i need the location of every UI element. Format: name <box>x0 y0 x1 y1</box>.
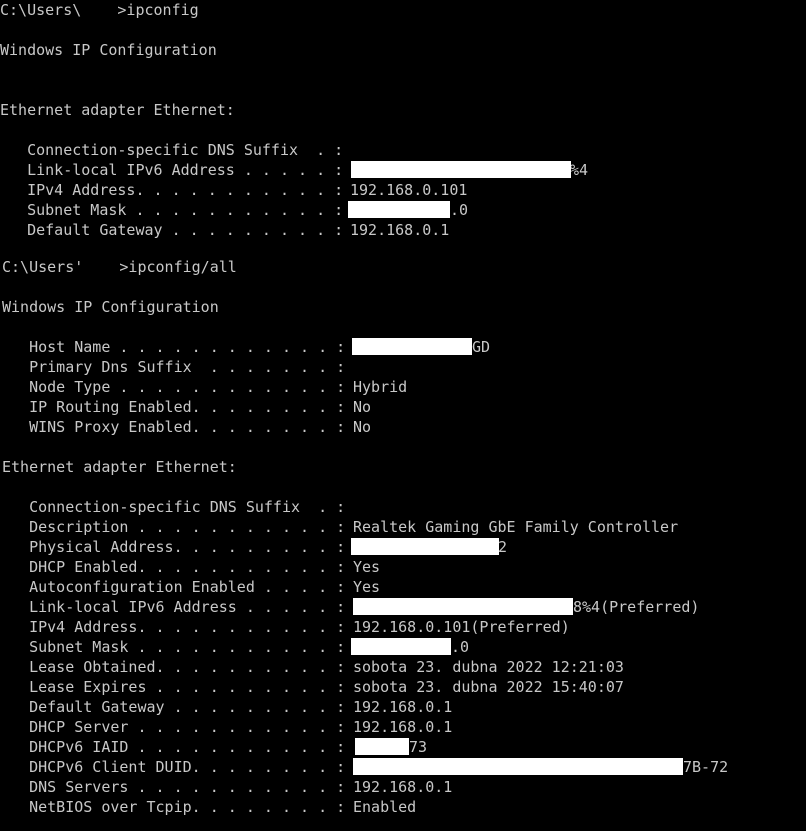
row-label: Link-local IPv6 Address . . . . . : <box>0 161 344 179</box>
row-value: 7B-72 <box>683 758 729 776</box>
row-value: 8%4(Preferred) <box>573 598 700 616</box>
row-value: 192.168.0.1 <box>353 718 453 736</box>
row-label: Default Gateway . . . . . . . . . : <box>0 221 344 239</box>
windows-ip-config-header: Windows IP Configuration <box>0 41 217 59</box>
row-value: No <box>353 418 372 436</box>
row-value: 192.168.0.1 <box>350 221 450 239</box>
row-label: IP Routing Enabled. . . . . . . . : <box>2 398 346 416</box>
row-label: Node Type . . . . . . . . . . . . : <box>2 378 346 396</box>
row-value: 73 <box>409 738 428 756</box>
row-value: sobota 23. dubna 2022 15:40:07 <box>353 678 624 696</box>
row-value: 192.168.0.1 <box>353 778 453 796</box>
row-value: %4 <box>570 161 589 179</box>
adapter-header: Ethernet adapter Ethernet: <box>2 458 237 476</box>
redaction-block <box>352 338 472 355</box>
row-label: NetBIOS over Tcpip. . . . . . . . : <box>2 798 346 816</box>
row-value: 192.168.0.1 <box>353 698 453 716</box>
row-value: 2 <box>498 538 508 556</box>
row-label: Primary Dns Suffix . . . . . . . : <box>2 358 346 376</box>
row-label: IPv4 Address. . . . . . . . . . . : <box>2 618 346 636</box>
row-value: Yes <box>353 578 381 596</box>
row-label: DHCPv6 Client DUID. . . . . . . . : <box>2 758 346 776</box>
row-label: DNS Servers . . . . . . . . . . . : <box>2 778 346 796</box>
row-value: .0 <box>451 638 470 656</box>
row-value: Realtek Gaming GbE Family Controller <box>353 518 679 536</box>
row-value: Yes <box>353 558 381 576</box>
row-label: WINS Proxy Enabled. . . . . . . . : <box>2 418 346 436</box>
row-label: IPv4 Address. . . . . . . . . . . : <box>0 181 344 199</box>
row-label: DHCP Server . . . . . . . . . . . : <box>2 718 346 736</box>
row-value: sobota 23. dubna 2022 12:21:03 <box>353 658 624 676</box>
redaction-block <box>351 638 451 655</box>
row-label: Default Gateway . . . . . . . . . : <box>2 698 346 716</box>
row-label: DHCPv6 IAID . . . . . . . . . . . : <box>2 738 346 756</box>
redaction-block <box>355 738 409 755</box>
row-label: Physical Address. . . . . . . . . : <box>2 538 346 556</box>
prompt-ipconfig-all: C:\Users' >ipconfig/all <box>2 258 237 276</box>
row-label: Connection-specific DNS Suffix . : <box>2 498 346 516</box>
redaction-block <box>353 758 683 775</box>
row-label: Subnet Mask . . . . . . . . . . . : <box>2 638 346 656</box>
row-value: GD <box>472 338 491 356</box>
row-label: Connection-specific DNS Suffix . : <box>0 141 344 159</box>
row-value: Enabled <box>353 798 417 816</box>
row-label: Lease Expires . . . . . . . . . . : <box>2 678 346 696</box>
row-value: 192.168.0.101(Preferred) <box>353 618 570 636</box>
row-label: Description . . . . . . . . . . . : <box>2 518 346 536</box>
redaction-block <box>351 538 499 555</box>
row-label: Link-local IPv6 Address . . . . . : <box>2 598 346 616</box>
row-label: Subnet Mask . . . . . . . . . . . : <box>0 201 344 219</box>
adapter-header: Ethernet adapter Ethernet: <box>0 101 235 119</box>
windows-ip-config-header: Windows IP Configuration <box>2 298 219 316</box>
redaction-block <box>353 598 573 615</box>
row-value: No <box>353 398 372 416</box>
prompt-ipconfig: C:\Users\ >ipconfig <box>0 1 199 19</box>
row-value: 192.168.0.101 <box>350 181 468 199</box>
row-value: Hybrid <box>353 378 408 396</box>
row-label: Autoconfiguration Enabled . . . . : <box>2 578 346 596</box>
row-label: Lease Obtained. . . . . . . . . . : <box>2 658 346 676</box>
redaction-block <box>348 201 450 218</box>
row-value: .0 <box>450 201 469 219</box>
redaction-block <box>351 161 571 178</box>
row-label: Host Name . . . . . . . . . . . . : <box>2 338 346 356</box>
row-label: DHCP Enabled. . . . . . . . . . . : <box>2 558 346 576</box>
